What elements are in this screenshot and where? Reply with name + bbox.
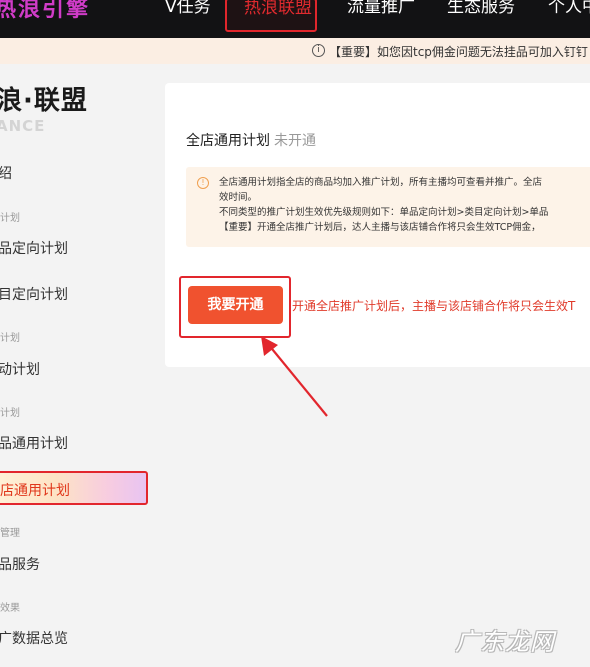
sidebar-item-product-general-plan[interactable]: 品通用计划	[0, 433, 68, 453]
watermark: 广东龙网	[455, 628, 555, 656]
sidebar-item-product-service[interactable]: 品服务	[0, 554, 40, 574]
tip-line: 全店通用计划指全店的商品均加入推广计划，所有主播均可查看并推广。全店	[219, 177, 543, 188]
info-icon: !	[197, 177, 209, 189]
sidebar-group-label: 效果	[0, 603, 20, 614]
sidebar-brand-subtitle: ANCE	[0, 117, 46, 135]
app-logo[interactable]: 热浪引擎	[0, 0, 90, 23]
sidebar-brand-title: 浪·联盟	[0, 86, 88, 116]
sidebar-group-label: 计划	[0, 213, 20, 224]
notice-text[interactable]: 【重要】如您因tcp佣金问题无法挂品可加入钉钉	[329, 43, 588, 60]
sidebar-item-category-targeted-plan[interactable]: 目定向计划	[0, 284, 68, 304]
open-plan-button[interactable]: 我要开通	[188, 286, 283, 324]
plan-card: 全店通用计划 未开通 ! 全店通用计划指全店的商品均加入推广计划，所有主播均可查看…	[165, 83, 590, 367]
nav-item-label: 热浪联盟	[244, 0, 312, 18]
top-navigation: 热浪引擎 V任务 热浪联盟 流量推广 生态服务 个人中	[0, 0, 590, 38]
page-title: 全店通用计划 未开通	[186, 130, 316, 150]
sidebar-item-intro[interactable]: 绍	[0, 163, 12, 183]
info-icon: i	[312, 44, 325, 57]
nav-item-personal-center[interactable]: 个人中	[548, 0, 590, 17]
tips-box: ! 全店通用计划指全店的商品均加入推广计划，所有主播均可查看并推广。全店 效时间…	[186, 167, 590, 247]
sidebar-item-label: 店通用计划	[0, 483, 70, 499]
tip-line: 【重要】开通全店推广计划后，达人主播与该店铺合作将只会生效TCP佣金，	[219, 222, 541, 233]
sidebar-item-activity-plan[interactable]: 动计划	[0, 359, 40, 379]
sidebar-group-label: 计划	[0, 333, 20, 344]
nav-item-ecosystem-services[interactable]: 生态服务	[447, 0, 515, 17]
open-hint-text: 开通全店推广计划后，主播与该店铺合作将只会生效T	[292, 299, 576, 313]
sidebar-item-data-overview[interactable]: 广数据总览	[0, 628, 68, 648]
nav-item-relang-lianmeng[interactable]: 热浪联盟	[225, 0, 317, 32]
sidebar-group-label: 计划	[0, 408, 20, 419]
tip-line: 效时间。	[219, 192, 258, 203]
sidebar-item-product-targeted-plan[interactable]: 品定向计划	[0, 238, 68, 258]
sidebar-item-store-general-plan[interactable]: 店通用计划	[0, 471, 148, 505]
open-button-highlight: 我要开通	[179, 276, 291, 338]
notice-bar: i 【重要】如您因tcp佣金问题无法挂品可加入钉钉	[0, 38, 590, 64]
tip-line: 不同类型的推广计划生效优先级规则如下：单品定向计划>类目定向计划>单品	[219, 207, 549, 218]
status-badge: 未开通	[274, 133, 316, 149]
plan-title: 全店通用计划	[186, 133, 270, 149]
sidebar-group-label: 管理	[0, 528, 20, 539]
nav-item-traffic-promotion[interactable]: 流量推广	[347, 0, 415, 17]
nav-item-v-task[interactable]: V任务	[165, 0, 211, 17]
